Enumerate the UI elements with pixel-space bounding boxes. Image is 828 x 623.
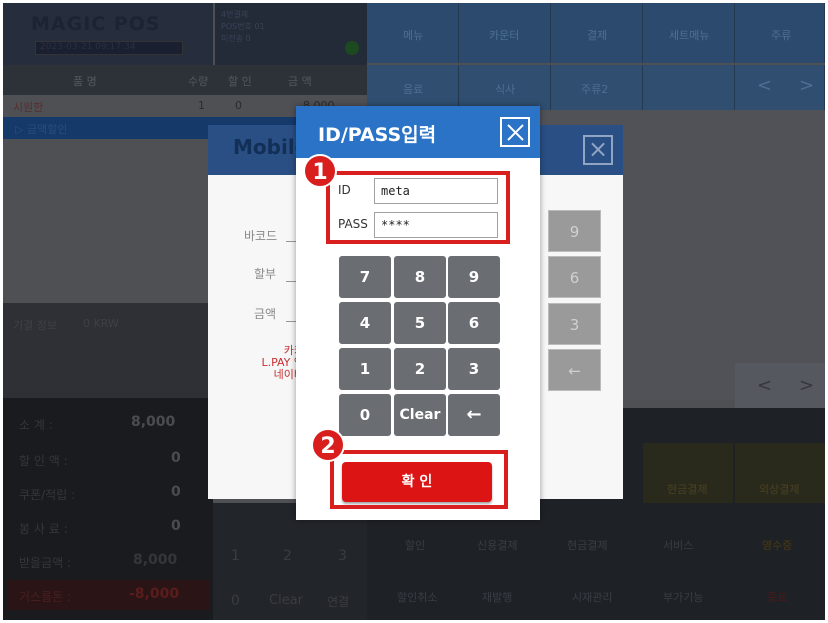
quick-button[interactable]: 외상결제 [735, 443, 825, 503]
key-2[interactable]: 2 [394, 348, 446, 390]
page-nav-button[interactable]: < > [735, 363, 825, 408]
status-text: POS번호 01 [221, 22, 265, 31]
status-text: 미전송 0 [221, 34, 251, 43]
key-3[interactable]: 3 [448, 348, 500, 390]
status-panel: 4번결제 POS번호 01 미전송 0 [215, 3, 367, 65]
key-9[interactable]: 9 [448, 256, 500, 298]
bg-key: 6 [548, 256, 601, 298]
bg-key: 3 [548, 303, 601, 345]
installment-label: 할부 [254, 267, 277, 281]
key-4[interactable]: 4 [339, 302, 391, 344]
callout-box-credentials [326, 171, 510, 244]
close-icon[interactable]: × [583, 135, 613, 165]
key-8[interactable]: 8 [394, 256, 446, 298]
dialog-header: ID/PASS입력 [296, 106, 540, 158]
top-button[interactable]: 메뉴 [367, 3, 459, 63]
top-button[interactable]: 결제 [551, 3, 643, 63]
bg-key: ← [548, 349, 601, 391]
logo-panel: MAGIC POS 2023-03-21 09:17:34 [3, 3, 213, 65]
status-indicator [345, 41, 359, 55]
category-button[interactable]: 식사 [459, 65, 551, 110]
callout-badge: 1 [303, 154, 337, 188]
key-0[interactable]: 0 [339, 394, 391, 436]
app-logo: MAGIC POS [31, 13, 161, 35]
dialog-title: ID/PASS입력 [318, 124, 437, 146]
datetime: 2023-03-21 09:17:34 [35, 41, 183, 55]
bg-numpad: 1 2 3 0 Clear 연결 [213, 503, 367, 620]
quick-button[interactable]: 현금결제 [643, 443, 733, 503]
top-button[interactable]: 카운터 [459, 3, 551, 63]
category-button[interactable] [643, 65, 735, 110]
key-1[interactable]: 1 [339, 348, 391, 390]
totals-panel: 소 계 :8,000 할 인 액 :0 쿠폰/적립 :0 봉 사 료 :0 받을… [3, 398, 213, 620]
category-button[interactable]: 음료 [367, 65, 459, 110]
callout-box-confirm [330, 450, 508, 509]
key-6[interactable]: 6 [448, 302, 500, 344]
close-button[interactable] [500, 117, 530, 147]
order-header: 품 명 수량 할 인 금 액 [3, 65, 367, 95]
top-button[interactable]: 세트메뉴 [643, 3, 735, 63]
close-icon [507, 124, 524, 141]
page-nav-button[interactable]: < > [735, 65, 825, 110]
clear-key[interactable]: Clear [394, 394, 446, 436]
status-text: 4번결제 [221, 10, 249, 19]
key-7[interactable]: 7 [339, 256, 391, 298]
partial-payment-panel: 기결 정보 0 KRW [3, 303, 213, 398]
amount-label: 금액 [254, 307, 277, 321]
category-button[interactable]: 주류2 [551, 65, 643, 110]
top-button[interactable]: 주류 [735, 3, 825, 63]
bg-key: 9 [548, 210, 601, 252]
barcode-label: 바코드 [244, 229, 278, 243]
backspace-key[interactable]: ← [448, 394, 500, 436]
key-5[interactable]: 5 [394, 302, 446, 344]
bottom-function-buttons: 할인 신용결제 현금결제 서비스 영수증 할인취소 재발행 시재관리 부가기능 … [397, 539, 793, 604]
callout-badge: 2 [311, 428, 345, 462]
